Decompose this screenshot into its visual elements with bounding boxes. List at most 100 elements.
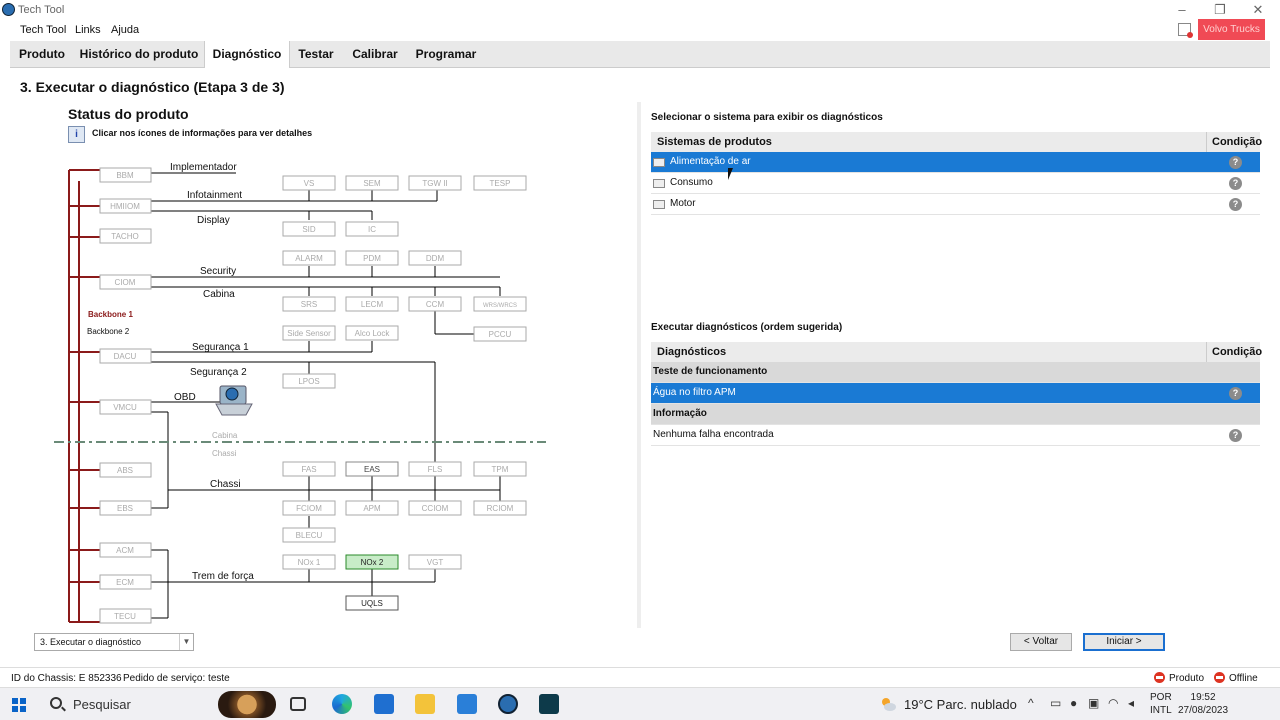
node-nox2[interactable]: NOx 2 [345, 554, 399, 570]
node-side-sensor[interactable]: Side Sensor [282, 325, 336, 341]
laptop-icon[interactable] [215, 385, 253, 416]
edge-browser-icon[interactable] [332, 694, 352, 714]
node-lecm[interactable]: LECM [345, 296, 399, 312]
tab-produto[interactable]: Produto [10, 41, 74, 68]
clock[interactable]: 19:52 27/08/2023 [1178, 691, 1228, 717]
node-pccu[interactable]: PCCU [473, 326, 527, 342]
node-bbm[interactable]: BBM [99, 167, 152, 183]
svg-text:APM: APM [363, 504, 381, 513]
node-pdm[interactable]: PDM [345, 250, 399, 266]
wifi-icon[interactable]: ◠ [1108, 696, 1118, 710]
svg-text:LPOS: LPOS [298, 377, 319, 386]
node-ic[interactable]: IC [345, 221, 399, 237]
tab-historico[interactable]: Histórico do produto [76, 41, 202, 68]
chevron-up-icon[interactable]: ^ [1028, 696, 1034, 710]
help-icon[interactable]: ? [1229, 177, 1242, 190]
menu-links[interactable]: Links [75, 24, 101, 36]
node-eas[interactable]: EAS [345, 461, 399, 477]
node-abs[interactable]: ABS [99, 462, 152, 478]
node-srs[interactable]: SRS [282, 296, 336, 312]
help-icon[interactable]: ? [1229, 156, 1242, 169]
menu-tech-tool[interactable]: Tech Tool [20, 24, 66, 36]
node-lpos[interactable]: LPOS [282, 373, 336, 389]
node-vgt[interactable]: VGT [408, 554, 462, 570]
tech-tool-taskbar-icon[interactable] [498, 694, 518, 714]
folder-icon [653, 158, 665, 167]
node-ecm[interactable]: ECM [99, 574, 152, 590]
restore-icon[interactable]: ❐ [1210, 2, 1230, 18]
node-alarm[interactable]: ALARM [282, 250, 336, 266]
volume-icon[interactable]: ◂ [1128, 696, 1134, 710]
minimize-icon[interactable]: – [1172, 2, 1192, 17]
node-ebs[interactable]: EBS [99, 500, 152, 516]
node-sem[interactable]: SEM [345, 175, 399, 191]
node-vs[interactable]: VS [282, 175, 336, 191]
node-ciom[interactable]: CIOM [99, 274, 152, 290]
brand-button[interactable]: Volvo Trucks [1198, 19, 1265, 40]
system-row-consumo[interactable]: Consumo ? [651, 173, 1260, 194]
node-acm[interactable]: ACM [99, 542, 152, 558]
task-view-icon[interactable] [290, 697, 306, 711]
system-row-alimentacao[interactable]: Alimentação de ar ? [651, 152, 1260, 173]
systems-section-label: Selecionar o sistema para exibir os diag… [651, 112, 883, 123]
svg-text:BLECU: BLECU [296, 531, 323, 540]
node-fciom[interactable]: FCIOM [282, 500, 336, 516]
step-select[interactable]: 3. Executar o diagnóstico ▼ [34, 633, 194, 651]
node-dacu[interactable]: DACU [99, 348, 152, 364]
svg-text:EBS: EBS [117, 504, 133, 513]
help-icon[interactable]: ? [1229, 198, 1242, 211]
search-highlight-image[interactable] [218, 691, 276, 718]
node-rciom[interactable]: RCIOM [473, 500, 527, 516]
close-icon[interactable]: ✕ [1248, 2, 1268, 18]
network-icon[interactable]: ▣ [1088, 696, 1099, 710]
node-cciom[interactable]: CCIOM [408, 500, 462, 516]
taskbar-search[interactable]: Pesquisar [73, 697, 131, 712]
notification-icon[interactable] [1178, 23, 1193, 38]
back-button[interactable]: < Voltar [1010, 633, 1072, 651]
node-tgw[interactable]: TGW II [408, 175, 462, 191]
file-explorer-icon[interactable] [415, 694, 435, 714]
node-ddm[interactable]: DDM [408, 250, 462, 266]
help-icon[interactable]: ? [1229, 387, 1242, 400]
help-icon[interactable]: ? [1229, 429, 1242, 442]
mail-icon[interactable] [457, 694, 477, 714]
menu-ajuda[interactable]: Ajuda [111, 24, 139, 36]
diag-row-nenhuma-falha[interactable]: Nenhuma falha encontrada ? [651, 425, 1260, 446]
node-fls[interactable]: FLS [408, 461, 462, 477]
node-tesp[interactable]: TESP [473, 175, 527, 191]
node-uqls[interactable]: UQLS [345, 595, 399, 611]
svg-text:CIOM: CIOM [115, 278, 136, 287]
start-button[interactable]: Iniciar > [1083, 633, 1165, 651]
windows-start-icon[interactable] [12, 698, 26, 712]
tab-programar[interactable]: Programar [410, 41, 482, 68]
language-indicator[interactable]: POR INTL [1150, 691, 1172, 717]
node-tecu[interactable]: TECU [99, 608, 152, 624]
svg-text:FCIOM: FCIOM [296, 504, 322, 513]
node-blecu[interactable]: BLECU [282, 527, 336, 543]
node-apm[interactable]: APM [345, 500, 399, 516]
node-sid[interactable]: SID [282, 221, 336, 237]
tab-diagnostico[interactable]: Diagnóstico [204, 41, 290, 68]
status-bar: ID do Chassis: E 852336 Pedido de serviç… [0, 667, 1280, 687]
diag-row-agua-filtro[interactable]: Água no filtro APM ? [651, 383, 1260, 404]
terminal-app-icon[interactable] [539, 694, 559, 714]
microphone-icon[interactable]: ● [1070, 696, 1077, 710]
node-alco-lock[interactable]: Alco Lock [345, 325, 399, 341]
system-row-motor[interactable]: Motor ? [651, 194, 1260, 215]
node-hmiiom[interactable]: HMIIOM [99, 198, 152, 214]
chevron-down-icon: ▼ [179, 634, 193, 650]
search-icon[interactable] [50, 697, 62, 709]
panel-splitter[interactable] [637, 102, 641, 628]
weather-text[interactable]: 19°C Parc. nublado [904, 697, 1017, 712]
node-tpm[interactable]: TPM [473, 461, 527, 477]
node-fas[interactable]: FAS [282, 461, 336, 477]
node-tacho[interactable]: TACHO [99, 228, 152, 244]
tab-calibrar[interactable]: Calibrar [346, 41, 404, 68]
node-vmcu[interactable]: VMCU [99, 399, 152, 415]
tab-testar[interactable]: Testar [292, 41, 340, 68]
camera-icon[interactable]: ▭ [1050, 696, 1061, 710]
node-nox1[interactable]: NOx 1 [282, 554, 336, 570]
store-icon[interactable] [374, 694, 394, 714]
node-ccm[interactable]: CCM [408, 296, 462, 312]
node-wrs[interactable]: WRS/WRCS [473, 296, 527, 312]
